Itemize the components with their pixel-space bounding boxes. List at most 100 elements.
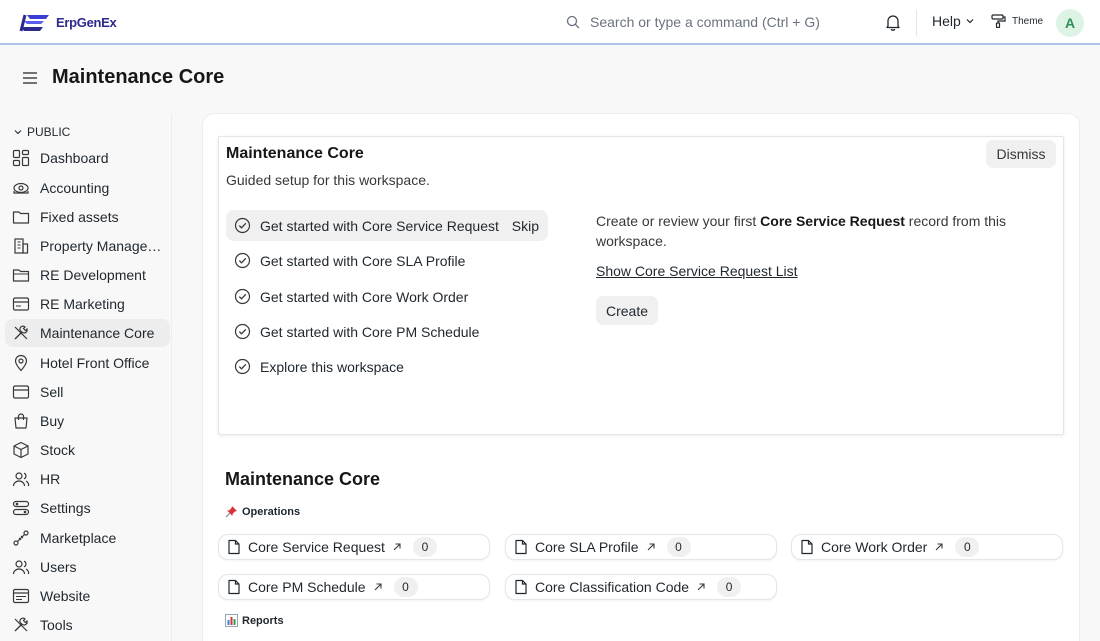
file-icon xyxy=(801,539,813,555)
description-doctype: Core Service Request xyxy=(760,213,905,229)
tools-icon xyxy=(14,617,28,632)
folder-icon xyxy=(12,211,30,224)
chevron-down-icon xyxy=(966,19,974,24)
sidebar-item-label: Dashboard xyxy=(40,150,109,166)
sidebar-item-website[interactable]: Website xyxy=(5,582,170,610)
users-icon xyxy=(12,560,30,575)
sidebar-item-label: Accounting xyxy=(40,180,110,196)
theme-label: Theme xyxy=(1012,15,1044,27)
arrow-up-right-icon xyxy=(697,583,705,591)
onboarding-step[interactable]: Get started with Core Service Request Sk… xyxy=(226,210,548,241)
shortcut-count: 0 xyxy=(955,537,980,557)
page-title: Maintenance Core xyxy=(52,66,225,88)
search-bar[interactable]: Search or type a command (Ctrl + G) xyxy=(566,12,820,32)
navbar: ErpGenEx Search or type a command (Ctrl … xyxy=(0,0,1100,45)
sidebar-item-buy[interactable]: Buy xyxy=(5,407,170,435)
arrow-up-right-icon xyxy=(647,543,655,551)
sidebar-item-label: Tools xyxy=(40,617,73,633)
accounting-icon xyxy=(13,182,29,194)
logo[interactable]: ErpGenEx xyxy=(19,12,117,32)
file-icon xyxy=(515,579,527,595)
logo-icon xyxy=(19,14,49,32)
shortcut-card[interactable]: Core Work Order 0 xyxy=(791,534,1063,560)
sidebar-item-label: HR xyxy=(40,471,61,487)
sidebar-item-hr[interactable]: HR xyxy=(5,465,170,493)
notifications-button[interactable] xyxy=(884,13,902,31)
sidebar-item-re-development[interactable]: RE Development xyxy=(5,261,170,289)
shortcut-label: Core PM Schedule xyxy=(248,579,366,595)
sidebar-item-property-management[interactable]: Property Management xyxy=(5,232,170,260)
sidebar-item-label: Maintenance Core xyxy=(40,325,155,341)
sidebar-item-label: Buy xyxy=(40,413,65,429)
onboarding-title: Maintenance Core xyxy=(226,145,364,162)
sidebar-item-label: RE Development xyxy=(40,267,146,283)
settings-icon xyxy=(12,500,30,516)
sidebar-item-maintenance-core[interactable]: Maintenance Core xyxy=(5,319,170,347)
group-heading-label: Reports xyxy=(242,614,284,627)
avatar[interactable]: A xyxy=(1056,9,1084,37)
onboarding-step-label: Explore this workspace xyxy=(260,358,404,375)
sidebar-item-marketplace[interactable]: Marketplace xyxy=(5,524,170,552)
group-heading-operations: Operations xyxy=(225,505,300,518)
file-icon xyxy=(228,579,240,595)
help-dropdown[interactable]: Help xyxy=(932,13,975,29)
sidebar-item-label: Website xyxy=(40,588,91,604)
sidebar-section-label: PUBLIC xyxy=(27,125,71,139)
sidebar-section-public[interactable]: PUBLIC xyxy=(13,125,70,139)
skip-button[interactable]: Skip xyxy=(512,218,539,234)
sidebar-item-sell[interactable]: Sell xyxy=(5,378,170,406)
onboarding-step[interactable]: Get started with Core SLA Profile xyxy=(226,245,465,276)
check-circle-icon xyxy=(234,323,251,340)
sidebar-item-tools[interactable]: Tools xyxy=(5,611,170,639)
shortcut-card[interactable]: Core PM Schedule 0 xyxy=(218,574,490,600)
users-icon xyxy=(12,472,30,487)
shortcut-card[interactable]: Core Classification Code 0 xyxy=(505,574,777,600)
sidebar-item-users[interactable]: Users xyxy=(5,553,170,581)
shortcut-label: Core Work Order xyxy=(821,539,928,555)
tools-icon xyxy=(14,325,28,340)
building-icon xyxy=(14,238,29,254)
bell-icon xyxy=(886,15,900,31)
shortcut-label: Core SLA Profile xyxy=(535,539,639,555)
shortcut-card[interactable]: Core Service Request 0 xyxy=(218,534,490,560)
check-circle-icon xyxy=(234,252,251,269)
theme-button[interactable]: Theme xyxy=(991,14,1043,28)
onboarding-step[interactable]: Get started with Core Work Order xyxy=(226,281,468,312)
sidebar-item-settings[interactable]: Settings xyxy=(5,494,170,522)
shortcut-card[interactable]: Core SLA Profile 0 xyxy=(505,534,777,560)
sidebar-item-label: Sell xyxy=(40,384,64,400)
sidebar-item-re-marketing[interactable]: RE Marketing xyxy=(5,290,170,318)
card-icon xyxy=(12,297,30,311)
sidebar-item-label: Stock xyxy=(40,442,76,458)
sidebar-item-dashboard[interactable]: Dashboard xyxy=(5,144,170,172)
file-icon xyxy=(228,539,240,555)
sidebar-item-accounting[interactable]: Accounting xyxy=(5,174,170,202)
sidebar-item-hotel-front-office[interactable]: Hotel Front Office xyxy=(5,349,170,377)
workspace-title: Maintenance Core xyxy=(225,469,381,489)
check-circle-icon xyxy=(234,288,251,305)
sidebar-item-fixed-assets[interactable]: Fixed assets xyxy=(5,203,170,231)
shortcut-label: Core Service Request xyxy=(248,539,385,555)
show-list-link[interactable]: Show Core Service Request List xyxy=(596,263,798,279)
shortcut-count: 0 xyxy=(393,577,418,597)
onboarding-step-label: Get started with Core PM Schedule xyxy=(260,323,480,340)
group-heading-reports: Reports xyxy=(225,614,284,627)
sidebar-item-label: Marketplace xyxy=(40,530,117,546)
card-icon xyxy=(12,385,30,399)
onboarding-step-label: Get started with Core Service Request xyxy=(260,217,499,234)
navbar-divider xyxy=(916,10,917,36)
shortcut-count: 0 xyxy=(666,537,691,557)
dismiss-button[interactable]: Dismiss xyxy=(986,140,1056,168)
sidebar-item-stock[interactable]: Stock xyxy=(5,436,170,464)
map-pin-icon xyxy=(14,354,28,372)
search-placeholder[interactable]: Search or type a command (Ctrl + G) xyxy=(590,14,820,30)
create-button[interactable]: Create xyxy=(596,296,658,325)
onboarding-step[interactable]: Explore this workspace xyxy=(226,351,404,382)
onboarding-step[interactable]: Get started with Core PM Schedule xyxy=(226,316,479,347)
onboarding-subtitle: Guided setup for this workspace. xyxy=(226,172,430,188)
bag-icon xyxy=(14,413,28,429)
hamburger-menu-icon[interactable] xyxy=(22,71,38,85)
website-icon xyxy=(12,588,30,604)
onboarding-step-label: Get started with Core Work Order xyxy=(260,288,469,305)
integration-icon xyxy=(13,530,29,546)
